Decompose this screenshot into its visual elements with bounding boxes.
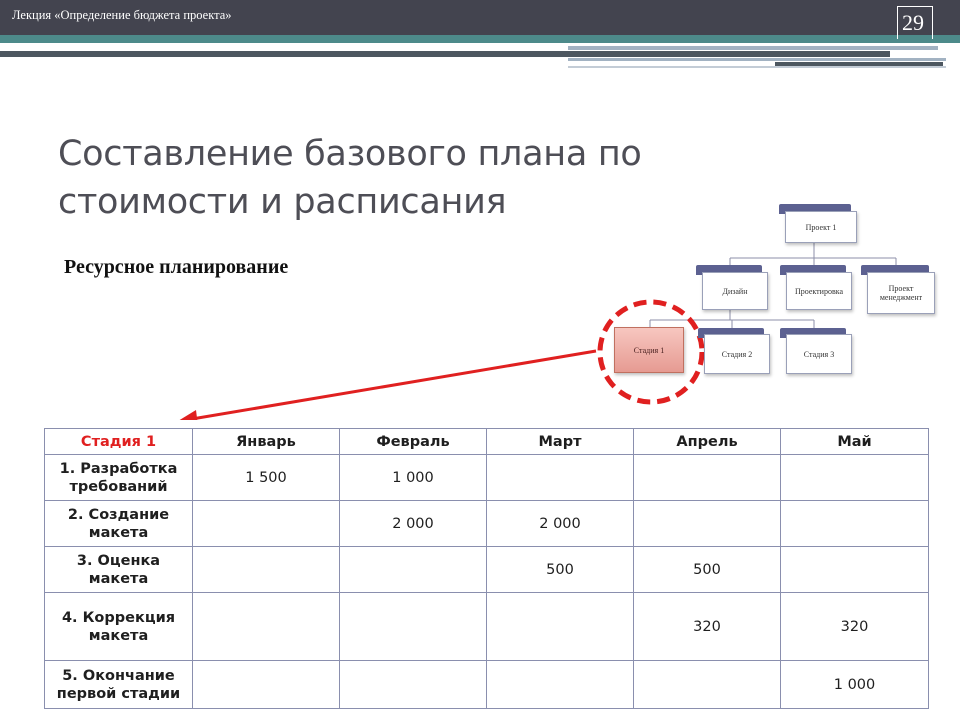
row-task-label: 4. Коррекция макета: [44, 592, 193, 661]
org-node-design: Дизайн: [702, 272, 768, 310]
table-cell: [339, 592, 487, 661]
table-cell: [192, 500, 340, 547]
table-row: 1. Разработка требований 1 500 1 000: [44, 454, 929, 501]
table-cell: 500: [486, 546, 634, 593]
column-header-may: Май: [780, 428, 929, 455]
column-header-january: Январь: [192, 428, 340, 455]
header-decor-line: [568, 66, 946, 68]
table-cell: 320: [633, 592, 781, 661]
header-decor-line: [568, 46, 938, 50]
slide-number: 29: [902, 10, 924, 35]
table-cell: [339, 546, 487, 593]
table-cell: [486, 592, 634, 661]
column-header-april: Апрель: [633, 428, 781, 455]
header-decor-line: [0, 51, 890, 57]
org-node-stage-1: Стадия 1: [614, 327, 684, 373]
org-node-stage-2: Стадия 2: [704, 334, 770, 374]
callout-arrow: [179, 349, 597, 420]
table-cell: [633, 500, 781, 547]
table-cell: [633, 660, 781, 709]
table-cell: [339, 660, 487, 709]
org-node-engineering: Проектировка: [786, 272, 852, 310]
table-cell: [192, 592, 340, 661]
header-decor-line: [568, 58, 946, 61]
table-header-row: Стадия 1 Январь Февраль Март Апрель Май: [44, 428, 929, 455]
org-node-stage-3: Стадия 3: [786, 334, 852, 374]
row-task-label: 5. Окончание первой стадии: [44, 660, 193, 709]
org-node-root: Проект 1: [785, 211, 857, 243]
table-cell: 1 000: [339, 454, 487, 501]
table-cell: [486, 454, 634, 501]
table-cell: 320: [780, 592, 929, 661]
column-header-february: Февраль: [339, 428, 487, 455]
table-row: 3. Оценка макета 500 500: [44, 546, 929, 593]
org-node-project-management: Проект менеджмент: [867, 272, 935, 314]
slide-title: Составление базового плана по стоимости …: [58, 134, 642, 222]
table-row: 4. Коррекция макета 320 320: [44, 592, 929, 661]
table-cell: 1 000: [780, 660, 929, 709]
table-cell: 500: [633, 546, 781, 593]
slide-subtitle: Ресурсное планирование: [64, 256, 289, 278]
column-header-march: Март: [486, 428, 634, 455]
table-cell: [486, 660, 634, 709]
table-cell: [780, 546, 929, 593]
row-task-label: 3. Оценка макета: [44, 546, 193, 593]
table-row: 5. Окончание первой стадии 1 000: [44, 660, 929, 709]
column-header-stage: Стадия 1: [44, 428, 193, 455]
table-cell: [633, 454, 781, 501]
table-row: 2. Создание макета 2 000 2 000: [44, 500, 929, 547]
table-cell: [780, 500, 929, 547]
table-cell: [780, 454, 929, 501]
table-cell: 2 000: [486, 500, 634, 547]
header-accent-stripe: [0, 35, 960, 43]
row-task-label: 1. Разработка требований: [44, 454, 193, 501]
lecture-title: Лекция «Определение бюджета проекта»: [12, 8, 232, 22]
table-cell: 2 000: [339, 500, 487, 547]
table-cell: 1 500: [192, 454, 340, 501]
table-cell: [192, 546, 340, 593]
table-cell: [192, 660, 340, 709]
resource-budget-table: Стадия 1 Январь Февраль Март Апрель Май …: [44, 428, 929, 709]
row-task-label: 2. Создание макета: [44, 500, 193, 547]
